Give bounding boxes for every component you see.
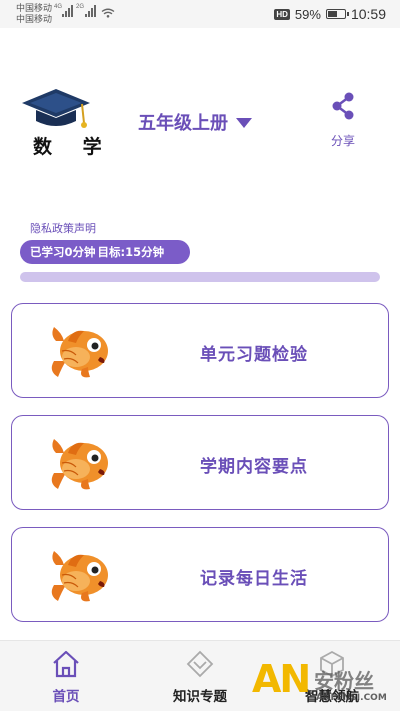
share-label: 分享	[330, 134, 355, 148]
share-icon	[332, 92, 354, 120]
koi-fish-icon	[51, 438, 109, 490]
status-time: 10:59	[350, 6, 386, 22]
wifi-icon	[101, 8, 115, 18]
share-button[interactable]: 分享	[318, 92, 368, 149]
carrier-1: 中国移动	[16, 3, 53, 13]
watermark-cn: 安粉丝	[314, 669, 374, 693]
diamond-icon	[186, 650, 214, 678]
watermark-url: ANFENSI.COM	[316, 693, 387, 703]
koi-fish-icon	[51, 326, 109, 378]
signal-icon-1	[62, 5, 73, 17]
koi-fish-icon	[51, 550, 109, 602]
battery-icon	[325, 9, 349, 19]
nav-item-knowledge-topics[interactable]: 知识专题	[155, 649, 245, 705]
watermark-logo: AN 安粉丝 ANFENSI.COM	[252, 657, 400, 711]
card-label: 学期内容要点	[200, 457, 308, 477]
study-progress-bar	[20, 272, 380, 282]
carrier-2: 中国移动	[16, 14, 53, 24]
nav-label-knowledge-topics: 知识专题	[173, 689, 227, 705]
subject-title: 数 学	[33, 136, 114, 158]
battery-fill	[327, 11, 337, 17]
grade-selector[interactable]: 五年级上册	[138, 109, 252, 135]
grade-label: 五年级上册	[138, 113, 228, 134]
card-unit-exercises[interactable]: 单元习题检验	[11, 303, 389, 398]
nav-item-home[interactable]: 首页	[21, 649, 111, 705]
card-label: 单元习题检验	[200, 345, 308, 365]
network-type-1: 4G	[54, 4, 63, 10]
hd-badge: HD	[274, 8, 290, 20]
target-time: 目标:15分钟	[97, 245, 165, 259]
privacy-policy-link[interactable]: 隐私政策声明	[30, 220, 96, 236]
card-label: 记录每日生活	[200, 569, 308, 589]
card-semester-points[interactable]: 学期内容要点	[11, 415, 389, 510]
study-time-pill: 已学习0分钟 目标:15分钟	[20, 240, 190, 264]
home-icon	[53, 650, 79, 678]
network-type-2: 2G	[76, 4, 85, 10]
status-bar: 中国移动 中国移动 4G 2G HD 59% 10:59	[0, 0, 400, 28]
battery-percent: 59%	[294, 6, 321, 22]
card-daily-life[interactable]: 记录每日生活	[11, 527, 389, 622]
caret-down-icon	[236, 118, 252, 128]
nav-label-home: 首页	[52, 689, 80, 705]
watermark-brand: AN	[252, 657, 311, 701]
learned-time: 已学习0分钟	[30, 245, 96, 259]
signal-icon-2	[85, 5, 96, 17]
status-right: HD 59% 10:59	[274, 6, 386, 22]
